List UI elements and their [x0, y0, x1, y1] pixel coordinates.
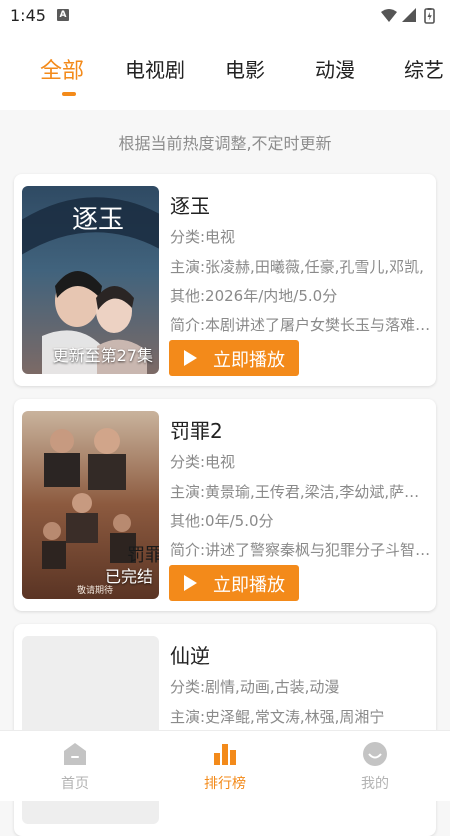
- tab-movies[interactable]: 电影: [225, 54, 265, 83]
- ranking-hint-text: 根据当前热度调整,不定时更新: [118, 134, 332, 153]
- play-now-label: 立即播放: [213, 575, 285, 596]
- status-time: 1:45: [10, 6, 46, 25]
- wifi-icon: [381, 9, 397, 22]
- category-tab-bar: 全部 电视剧 电影 动漫 综艺: [0, 32, 450, 110]
- item-cast: 主演:史泽鲲,常文涛,林强,周湘宁: [170, 708, 385, 726]
- item-info: 其他:0年/5.0分: [170, 512, 274, 530]
- active-tab-indicator: [62, 92, 76, 96]
- item-cast: 主演:黄景瑜,王传君,梁洁,李幼斌,萨日娜: [170, 483, 432, 501]
- battery-icon: [424, 8, 435, 24]
- nav-home[interactable]: 首页: [0, 731, 150, 801]
- nav-home-label: 首页: [61, 776, 89, 792]
- item-summary: 简介:本剧讲述了屠户女樊长玉与落难侯爷: [170, 316, 432, 334]
- ranking-icon: [214, 744, 236, 765]
- episode-status-badge: 更新至第27集: [52, 346, 153, 365]
- tab-variety[interactable]: 综艺: [404, 54, 444, 83]
- list-item[interactable]: 逐玉 更新至第27集 逐玉 分类:电视 主演:张凌赫,田曦薇,任豪,孔雪儿,邓凯…: [14, 174, 436, 386]
- episode-status-badge: 已完结: [104, 567, 153, 586]
- list-item[interactable]: 罚罪 敬请期待 已完结 罚罪2 分类:电视 主演:黄景瑜,王传君,梁洁,李幼斌,…: [14, 399, 436, 611]
- status-bar: 1:45 A: [0, 0, 450, 32]
- bottom-navigation: 首页 排行榜 我的: [0, 730, 450, 801]
- tab-anime[interactable]: 动漫: [315, 54, 355, 83]
- nav-ranking-label: 排行榜: [204, 776, 246, 792]
- play-now-button[interactable]: 立即播放: [169, 565, 299, 601]
- nav-profile-label: 我的: [361, 776, 389, 792]
- home-icon: [64, 743, 86, 765]
- category-tabs: 全部 电视剧 电影 动漫 综艺: [18, 46, 450, 106]
- notification-a-icon: A: [57, 9, 69, 21]
- poster-image[interactable]: 逐玉 更新至第27集: [22, 186, 159, 374]
- play-now-label: 立即播放: [213, 350, 285, 371]
- item-summary: 简介:讲述了警察秦枫与犯罪分子斗智斗勇: [170, 541, 432, 559]
- item-info: 其他:2026年/内地/5.0分: [170, 287, 338, 305]
- profile-icon: [363, 742, 387, 766]
- tab-tv-series[interactable]: 电视剧: [125, 54, 185, 83]
- signal-icon: [402, 8, 416, 22]
- item-category: 分类:电视: [170, 453, 236, 471]
- item-category: 分类:电视: [170, 228, 236, 246]
- status-icons: [381, 8, 435, 24]
- nav-ranking[interactable]: 排行榜: [150, 731, 300, 801]
- poster-image[interactable]: 罚罪 敬请期待 已完结: [22, 411, 159, 599]
- play-now-button[interactable]: 立即播放: [169, 340, 299, 376]
- tab-all[interactable]: 全部: [40, 53, 84, 85]
- item-title[interactable]: 逐玉: [170, 190, 210, 219]
- item-title[interactable]: 罚罪2: [170, 415, 223, 444]
- item-title[interactable]: 仙逆: [170, 640, 210, 669]
- play-icon: [184, 575, 197, 591]
- item-category: 分类:剧情,动画,古装,动漫: [170, 678, 340, 696]
- nav-profile[interactable]: 我的: [300, 731, 450, 801]
- poster-title-art: 逐玉: [72, 205, 124, 235]
- item-cast: 主演:张凌赫,田曦薇,任豪,孔雪儿,邓凯,: [170, 258, 424, 276]
- play-icon: [184, 350, 197, 366]
